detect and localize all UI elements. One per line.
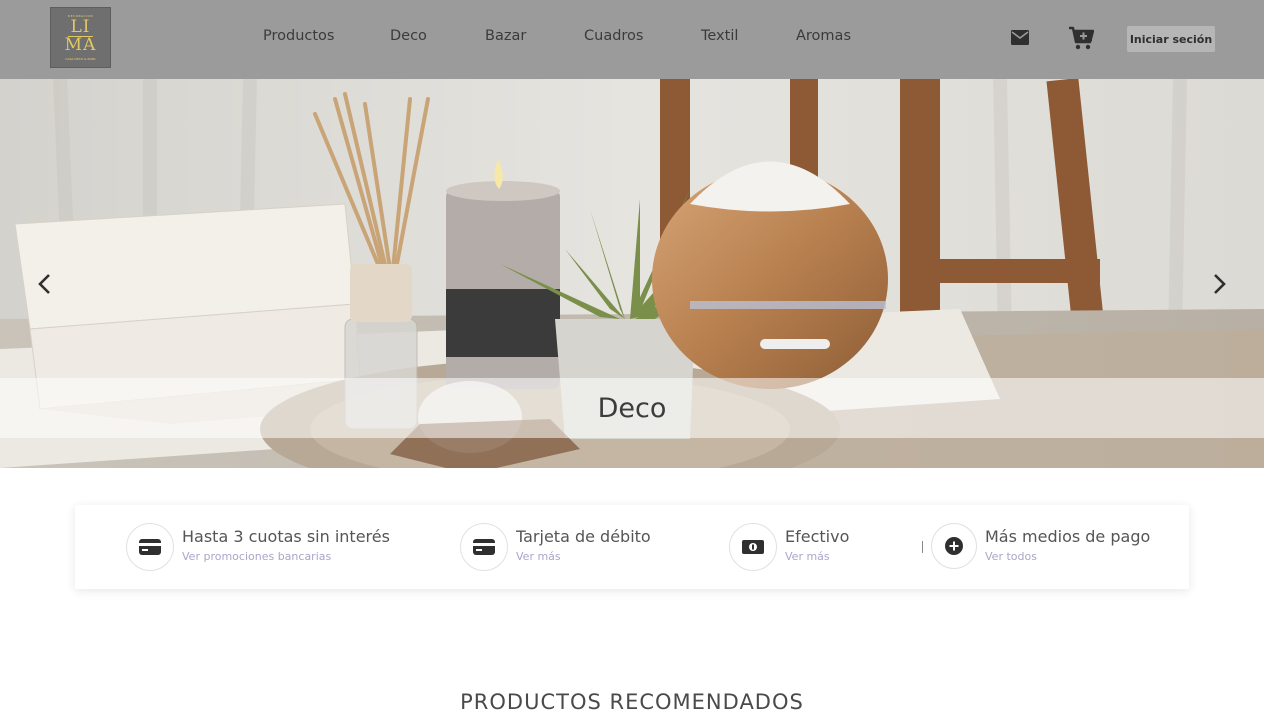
payment-methods-bar: Hasta 3 cuotas sin interés Ver promocion… [75, 505, 1189, 589]
chevron-right-icon [1213, 273, 1227, 299]
cash-icon [729, 523, 777, 571]
payment-option-cuotas[interactable]: Hasta 3 cuotas sin interés Ver promocion… [126, 523, 406, 571]
nav-item-bazar[interactable]: Bazar [485, 28, 526, 44]
site-header: DECORACION LI MA CASA DECO & ROPA Produc… [0, 0, 1264, 79]
payment-title: Tarjeta de débito [516, 527, 651, 546]
cart-plus-icon[interactable] [1068, 26, 1095, 54]
payment-title: Hasta 3 cuotas sin interés [182, 527, 390, 546]
page: DECORACION LI MA CASA DECO & ROPA Produc… [0, 0, 1266, 719]
debit-card-icon [460, 523, 508, 571]
payment-option-mas[interactable]: Más medios de pago Ver todos [931, 523, 1171, 571]
payment-link[interactable]: Ver más [516, 550, 561, 563]
hero-caption: Deco [597, 392, 667, 424]
divider [922, 541, 923, 553]
plus-circle-icon [931, 523, 977, 569]
chevron-left-icon [37, 273, 51, 299]
payment-link[interactable]: Ver todos [985, 550, 1037, 563]
payment-option-efectivo[interactable]: Efectivo Ver más [729, 523, 889, 571]
credit-card-icon [126, 523, 174, 571]
nav-item-productos[interactable]: Productos [263, 28, 334, 44]
payment-link[interactable]: Ver más [785, 550, 830, 563]
payment-title: Más medios de pago [985, 527, 1151, 546]
nav-item-aromas[interactable]: Aromas [796, 28, 851, 44]
payment-link[interactable]: Ver promociones bancarias [182, 550, 331, 563]
nav-item-deco[interactable]: Deco [390, 28, 427, 44]
hero-caption-band[interactable]: Deco [0, 378, 1264, 438]
nav-item-textil[interactable]: Textil [701, 28, 738, 44]
login-button[interactable]: Iniciar seción [1127, 26, 1215, 52]
carousel-prev-button[interactable] [30, 272, 58, 300]
envelope-icon[interactable] [1011, 30, 1029, 49]
recommended-products-title: PRODUCTOS RECOMENDADOS [460, 690, 804, 714]
hero-carousel: Deco [0, 79, 1264, 468]
payment-title: Efectivo [785, 527, 850, 546]
payment-option-debito[interactable]: Tarjeta de débito Ver más [460, 523, 680, 571]
logo-tagline: CASA DECO & ROPA [65, 57, 96, 61]
nav-item-cuadros[interactable]: Cuadros [584, 28, 643, 44]
carousel-next-button[interactable] [1206, 272, 1234, 300]
